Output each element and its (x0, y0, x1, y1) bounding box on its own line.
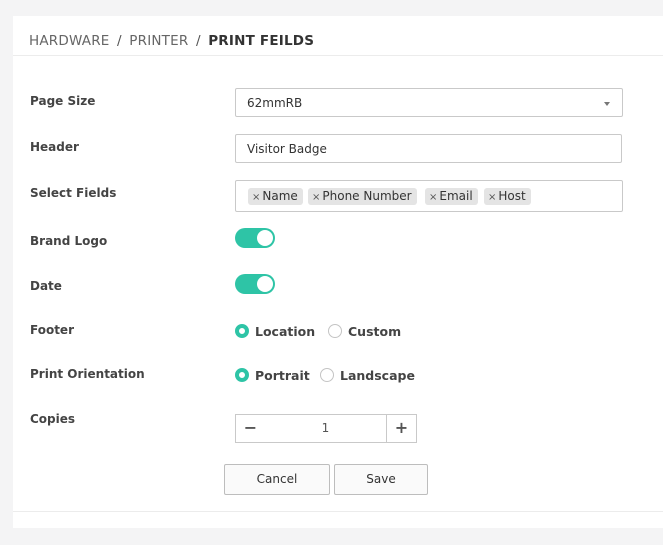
save-button[interactable]: Save (334, 464, 428, 495)
footer-custom-label[interactable]: Custom (348, 324, 401, 339)
orientation-landscape-label[interactable]: Landscape (340, 368, 415, 383)
toggle-knob (257, 230, 273, 246)
breadcrumb-printer[interactable]: PRINTER (129, 33, 188, 49)
header-input[interactable] (235, 134, 622, 163)
header-label: Header (30, 140, 79, 154)
chip-label: Host (498, 189, 526, 203)
plus-icon: + (394, 418, 409, 437)
chevron-down-icon (604, 102, 610, 106)
minus-icon: − (243, 418, 258, 437)
date-toggle[interactable] (235, 274, 275, 294)
field-chip[interactable]: × Phone Number (308, 188, 417, 205)
footer-location-radio[interactable] (235, 324, 249, 338)
breadcrumb: HARDWARE / PRINTER / PRINT FEILDS (29, 33, 314, 49)
page-size-label: Page Size (30, 94, 96, 108)
copies-label: Copies (30, 412, 76, 426)
select-fields-input[interactable]: × Name × Phone Number × Email × Host (235, 180, 623, 212)
orientation-portrait-label[interactable]: Portrait (255, 368, 310, 383)
field-chip[interactable]: × Email (425, 188, 478, 205)
footer-location-label[interactable]: Location (255, 324, 315, 339)
field-chip[interactable]: × Host (484, 188, 531, 205)
brand-logo-label: Brand Logo (30, 234, 108, 248)
remove-icon[interactable]: × (312, 192, 320, 203)
increment-button[interactable]: + (386, 414, 417, 443)
breadcrumb-separator: / (117, 33, 122, 49)
page-title: PRINT FEILDS (208, 33, 315, 49)
remove-icon[interactable]: × (488, 192, 496, 203)
breadcrumb-hardware[interactable]: HARDWARE (29, 33, 110, 49)
orientation-portrait-radio[interactable] (235, 368, 249, 382)
print-fields-card: HARDWARE / PRINTER / PRINT FEILDS Page S… (13, 16, 663, 528)
page-size-select[interactable]: 62mmRB (235, 88, 623, 117)
page-size-value: 62mmRB (247, 96, 303, 110)
decrement-button[interactable]: − (235, 414, 266, 443)
brand-logo-toggle[interactable] (235, 228, 275, 248)
chip-label: Name (262, 189, 298, 203)
breadcrumb-separator: / (195, 33, 201, 49)
copies-input[interactable]: 1 (265, 414, 386, 443)
chip-label: Phone Number (322, 189, 412, 203)
orientation-landscape-radio[interactable] (320, 368, 334, 382)
chip-label: Email (439, 189, 473, 203)
toggle-knob (257, 276, 273, 292)
cancel-button[interactable]: Cancel (224, 464, 330, 495)
footer-label: Footer (30, 323, 74, 337)
print-orientation-label: Print Orientation (30, 367, 145, 381)
field-chip[interactable]: × Name (248, 188, 303, 205)
remove-icon[interactable]: × (252, 192, 260, 203)
breadcrumb-bar: HARDWARE / PRINTER / PRINT FEILDS (13, 16, 663, 56)
remove-icon[interactable]: × (429, 192, 437, 203)
date-label: Date (30, 279, 62, 293)
divider (13, 511, 663, 512)
footer-custom-radio[interactable] (328, 324, 342, 338)
select-fields-label: Select Fields (30, 186, 117, 200)
